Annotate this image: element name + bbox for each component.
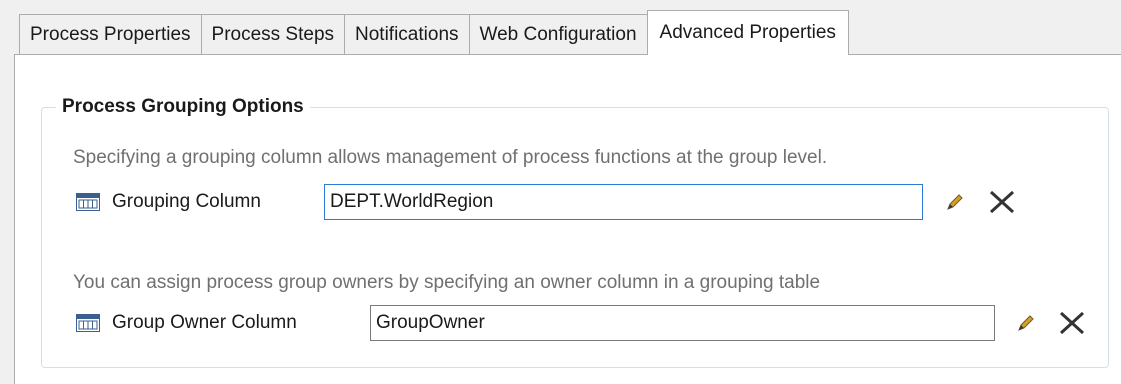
- tab-process-steps[interactable]: Process Steps: [200, 14, 345, 55]
- clear-group-owner-button[interactable]: [1058, 310, 1086, 339]
- owner-description: You can assign process group owners by s…: [73, 272, 821, 293]
- group-owner-column-field[interactable]: [370, 305, 995, 341]
- group-owner-column-row: Group Owner Column: [76, 305, 1106, 341]
- clear-grouping-button[interactable]: [988, 189, 1016, 218]
- pencil-icon: [1018, 315, 1034, 331]
- grouping-column-field[interactable]: [324, 184, 923, 220]
- tab-notifications[interactable]: Notifications: [344, 14, 469, 55]
- pencil-icon: [947, 194, 963, 210]
- close-x-icon: [989, 190, 1015, 214]
- group-title: Process Grouping Options: [56, 94, 310, 120]
- grouping-column-label: Grouping Column: [112, 191, 261, 212]
- grouping-description: Specifying a grouping column allows mana…: [73, 147, 828, 168]
- tab-advanced-properties[interactable]: Advanced Properties: [646, 10, 849, 55]
- tab-web-configuration[interactable]: Web Configuration: [468, 14, 648, 55]
- tab-strip: Process Properties Process Steps Notific…: [19, 10, 849, 55]
- table-column-icon: [76, 314, 100, 332]
- tab-process-properties[interactable]: Process Properties: [19, 14, 201, 55]
- group-owner-column-label: Group Owner Column: [112, 312, 297, 333]
- edit-group-owner-button[interactable]: [1016, 313, 1036, 336]
- tab-panel: Process Grouping Options Specifying a gr…: [14, 54, 1121, 384]
- table-column-icon: [76, 193, 100, 211]
- edit-grouping-button[interactable]: [945, 192, 965, 215]
- process-grouping-options-group: Process Grouping Options Specifying a gr…: [41, 94, 1109, 368]
- grouping-column-row: Grouping Column: [76, 184, 1076, 220]
- close-x-icon: [1059, 311, 1085, 335]
